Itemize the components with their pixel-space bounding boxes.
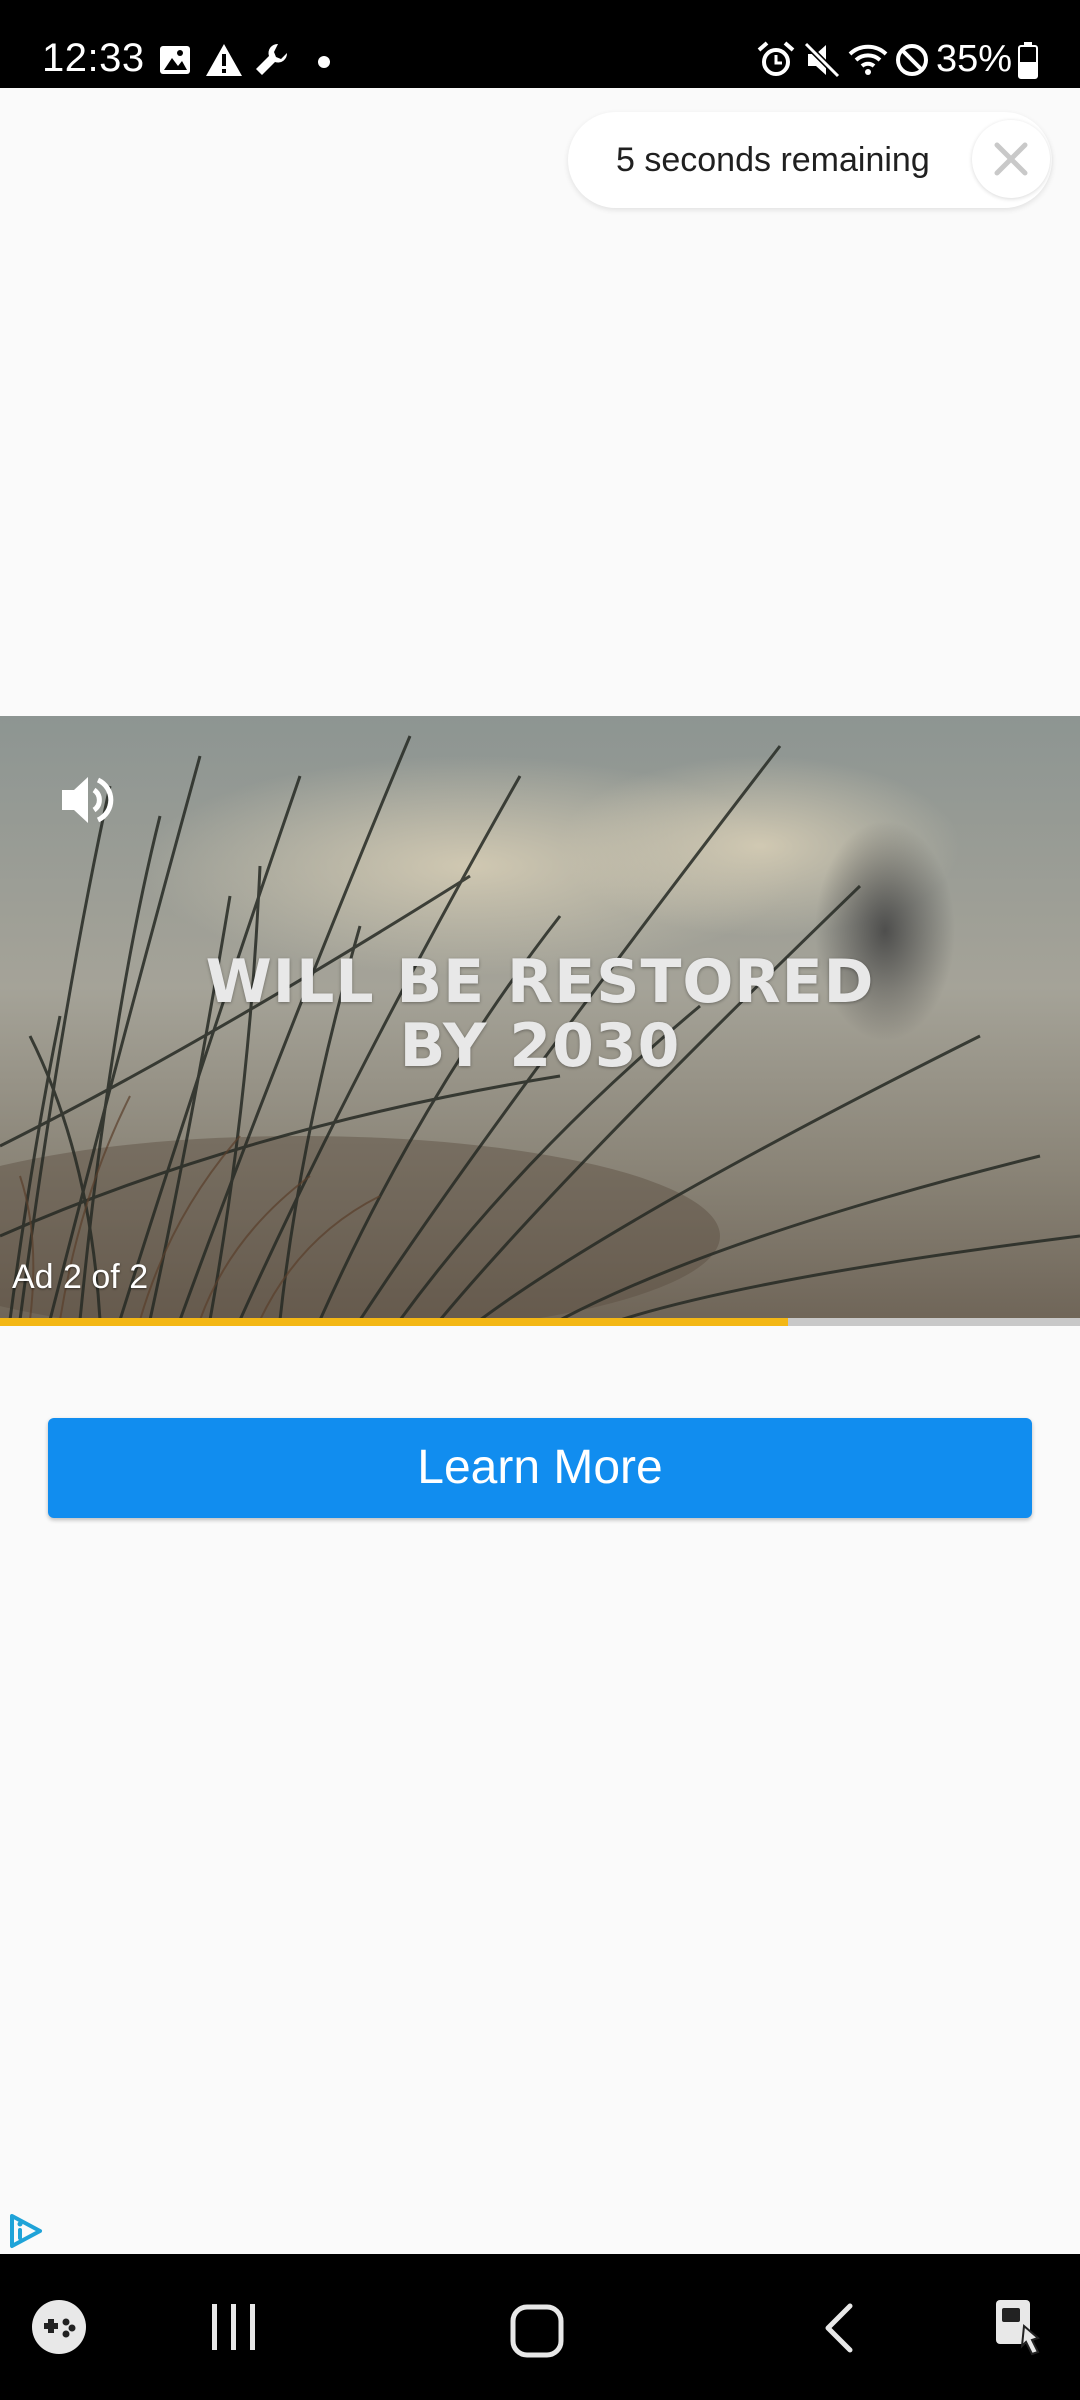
do-not-disturb-icon xyxy=(896,44,928,76)
close-icon xyxy=(994,142,1028,176)
mute-icon xyxy=(803,41,841,79)
adchoices-icon[interactable] xyxy=(6,2212,44,2250)
battery-icon xyxy=(1018,42,1038,79)
volume-icon[interactable] xyxy=(56,768,120,832)
game-launcher-icon[interactable] xyxy=(30,2298,88,2356)
countdown-text: 5 seconds remaining xyxy=(616,141,930,179)
home-icon[interactable] xyxy=(508,2302,566,2360)
alarm-icon xyxy=(757,41,795,76)
gallery-icon xyxy=(160,46,190,74)
screen: 12:33 35% 5 seconds remaining WILL BE RE… xyxy=(0,0,1080,2400)
wrench-icon xyxy=(256,43,288,75)
warning-icon xyxy=(206,44,242,76)
recent-apps-icon[interactable] xyxy=(206,2300,262,2354)
dot-icon xyxy=(318,56,330,68)
video-headline-line2: BY 2030 xyxy=(399,1011,681,1081)
status-time: 12:33 xyxy=(42,36,145,80)
video-headline: WILL BE RESTORED BY 2030 xyxy=(0,950,1080,1078)
close-button[interactable] xyxy=(972,120,1050,198)
battery-percent: 35% xyxy=(936,38,1013,80)
wifi-icon xyxy=(848,44,888,75)
status-bar: 12:33 35% xyxy=(0,0,1080,88)
ad-video[interactable]: WILL BE RESTORED BY 2030 Ad 2 of 2 xyxy=(0,716,1080,1320)
back-icon[interactable] xyxy=(820,2300,860,2356)
navigation-bar xyxy=(0,2254,1080,2400)
learn-more-button[interactable]: Learn More xyxy=(48,1418,1032,1518)
video-headline-line1: WILL BE RESTORED xyxy=(205,947,875,1017)
ad-progress-bar xyxy=(0,1318,1080,1326)
ad-counter: Ad 2 of 2 xyxy=(12,1258,149,1296)
ad-progress-fill xyxy=(0,1318,789,1326)
countdown-pill: 5 seconds remaining xyxy=(568,112,1052,208)
accessibility-icon[interactable] xyxy=(990,2296,1052,2358)
